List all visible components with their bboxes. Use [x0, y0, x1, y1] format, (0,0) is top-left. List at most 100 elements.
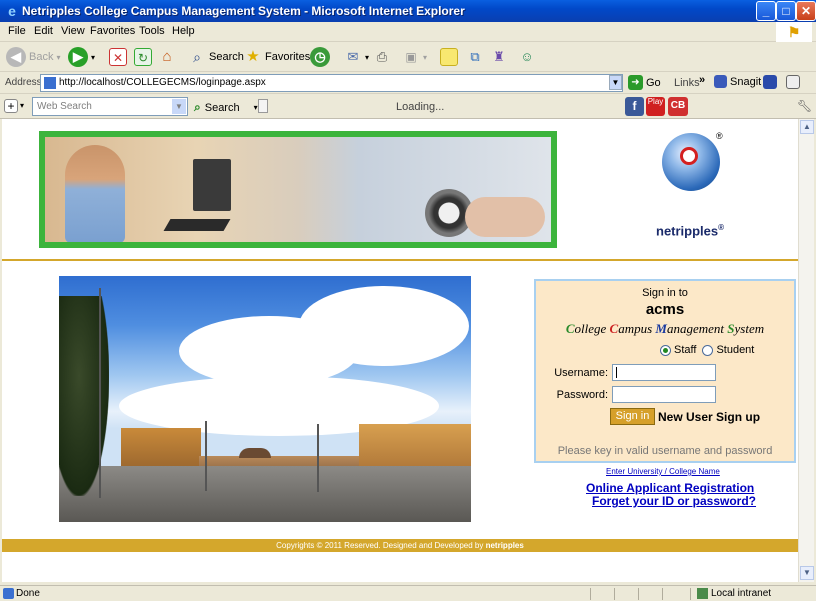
username-label: Username:: [554, 367, 608, 379]
building-dome: [239, 448, 271, 458]
stop-button[interactable]: ✕: [109, 47, 127, 67]
home-icon: ⌂: [162, 48, 172, 65]
messenger-button[interactable]: ♜: [490, 47, 508, 67]
password-field[interactable]: [612, 386, 716, 403]
address-url: http://localhost/COLLEGECMS/loginpage.as…: [59, 77, 266, 88]
menu-favorites[interactable]: Favorites: [90, 25, 135, 37]
play-video-icon[interactable]: Play: [646, 97, 665, 116]
product-tagline: College Campus Management System: [536, 321, 794, 337]
go-button[interactable]: ➜ Go: [628, 75, 661, 90]
banner-person: [65, 145, 125, 242]
search-options-dropdown-icon[interactable]: ▾: [254, 103, 258, 112]
minimize-button[interactable]: _: [756, 1, 776, 21]
refresh-button[interactable]: ↻: [134, 47, 152, 67]
search-button[interactable]: ⌕ Search: [188, 47, 244, 67]
links-label[interactable]: Links: [674, 77, 700, 89]
facebook-icon[interactable]: f: [625, 97, 644, 116]
search-magnifier-icon: ⌕: [194, 100, 201, 114]
window-capture-icon[interactable]: [786, 75, 800, 89]
loading-text: Loading...: [396, 101, 445, 113]
signin-button[interactable]: Sign in: [610, 408, 655, 425]
title-bar: e Netripples College Campus Management S…: [0, 0, 816, 22]
banner-monitor: [193, 159, 231, 211]
back-button[interactable]: ◀ Back ▾: [6, 47, 60, 67]
scroll-up-icon[interactable]: ▲: [800, 120, 814, 134]
cb-icon[interactable]: CB: [668, 97, 688, 116]
research-button[interactable]: ⧉: [466, 47, 484, 67]
people-button[interactable]: ☺: [518, 47, 536, 67]
highlight-icon[interactable]: [258, 99, 268, 113]
home-button[interactable]: ⌂: [158, 47, 176, 67]
snagit-button[interactable]: Snagit: [714, 75, 761, 88]
page-icon: [44, 77, 56, 89]
tagline-cap-m: M: [655, 321, 667, 336]
lamp-post: [205, 421, 207, 491]
wrench-icon[interactable]: 🔧︎: [797, 99, 812, 113]
enter-university-link[interactable]: Enter University / College Name: [606, 467, 720, 476]
star-icon: ★: [246, 48, 260, 65]
snagit-icon: [714, 75, 727, 88]
banner-keyboard: [163, 219, 231, 231]
web-search-button[interactable]: ⌕ Search ▾: [194, 100, 258, 115]
signin-panel: Sign in to acms College Campus Managemen…: [534, 279, 796, 463]
banner-hand: [465, 197, 545, 237]
favorites-button[interactable]: ★ Favorites: [244, 47, 310, 67]
product-name: acms: [645, 301, 685, 318]
tagline-word: ystem: [734, 321, 765, 336]
back-arrow-icon: ◀: [6, 47, 26, 67]
menu-tools[interactable]: Tools: [139, 25, 165, 37]
menu-help[interactable]: Help: [172, 25, 195, 37]
globe-core: [680, 147, 698, 165]
add-icon[interactable]: +: [4, 99, 18, 113]
toolbar-dropdown-icon[interactable]: ▾: [20, 101, 24, 110]
menu-view[interactable]: View: [61, 25, 85, 37]
status-text: Done: [16, 588, 40, 599]
forward-button[interactable]: ▶ ▾: [68, 47, 95, 67]
staff-label: Staff: [674, 344, 697, 356]
header-divider: [2, 259, 798, 261]
close-button[interactable]: ✕: [796, 1, 816, 21]
username-field[interactable]: [612, 364, 716, 381]
notes-button[interactable]: [440, 47, 458, 67]
forgot-password-link[interactable]: Forget your ID or password?: [592, 494, 756, 508]
mail-dropdown-icon[interactable]: ▾: [365, 53, 369, 62]
online-registration-link[interactable]: Online Applicant Registration: [586, 481, 754, 495]
search-label: Search: [209, 51, 244, 63]
web-search-placeholder: Web Search: [37, 101, 92, 112]
history-button[interactable]: ◷: [310, 47, 330, 67]
menu-file[interactable]: File: [8, 25, 26, 37]
scroll-down-icon[interactable]: ▼: [800, 566, 814, 580]
people-icon: ☺: [520, 49, 534, 64]
web-search-input[interactable]: Web Search ▼: [32, 97, 188, 116]
edit-dropdown-icon[interactable]: ▾: [423, 53, 427, 62]
address-input[interactable]: http://localhost/COLLEGECMS/loginpage.as…: [40, 74, 623, 92]
status-divider: [662, 588, 663, 600]
new-user-signup-link[interactable]: New User Sign up: [658, 410, 760, 424]
forward-dropdown-icon[interactable]: ▾: [91, 53, 95, 62]
capture-icon[interactable]: [763, 75, 777, 89]
edit-page-icon: ▣: [405, 50, 417, 64]
search-engine-dropdown-icon[interactable]: ▼: [172, 99, 186, 114]
brand-name: netripples®: [656, 223, 724, 238]
history-icon: ◷: [310, 47, 330, 67]
brand-reg: ®: [718, 223, 725, 232]
vertical-scrollbar[interactable]: ▲ ▼: [798, 119, 814, 582]
back-dropdown-icon[interactable]: ▾: [56, 53, 60, 62]
role-selector: Staff Student: [660, 344, 754, 356]
address-dropdown-icon[interactable]: ▼: [609, 75, 622, 90]
window-title: Netripples College Campus Management Sys…: [22, 4, 465, 18]
mail-icon: ✉: [347, 49, 359, 64]
tree: [59, 296, 109, 496]
standard-toolbar: ◀ Back ▾ ▶ ▾ ✕ ↻ ⌂ ⌕ Search ★ Favorites …: [0, 42, 816, 72]
mail-button[interactable]: ✉ ▾: [344, 47, 369, 67]
menu-edit[interactable]: Edit: [34, 25, 53, 37]
chevron-right-icon[interactable]: »: [699, 74, 705, 86]
windows-flag-icon: ⚑: [776, 22, 812, 42]
print-button[interactable]: ⎙: [373, 47, 391, 67]
security-zone: Local intranet: [711, 588, 772, 599]
maximize-button[interactable]: □: [776, 1, 796, 21]
edit-button[interactable]: ▣ ▾: [402, 47, 427, 67]
staff-radio[interactable]: [660, 344, 671, 356]
student-radio[interactable]: [702, 344, 714, 356]
address-bar: Address http://localhost/COLLEGECMS/logi…: [0, 72, 816, 94]
